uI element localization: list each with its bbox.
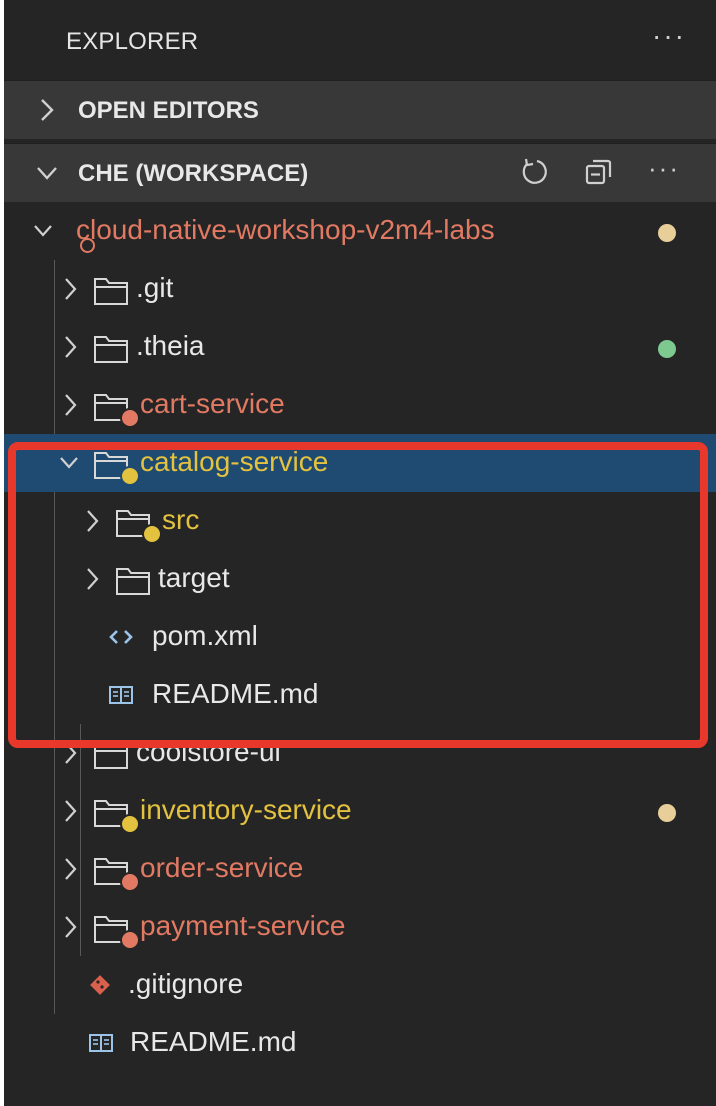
chevron-right-icon — [65, 742, 77, 764]
chevron-right-icon — [65, 800, 77, 822]
markdown-file-icon — [109, 686, 133, 704]
chevron-right-icon — [65, 916, 77, 938]
tree-folder-payment-service[interactable]: payment-service — [4, 898, 716, 956]
folder-label: target — [158, 562, 230, 593]
folder-label: .git — [136, 272, 174, 303]
folder-icon — [116, 568, 150, 595]
folder-label: catalog-service — [140, 446, 329, 477]
section-workspace-label: CHE (WORKSPACE) — [78, 160, 309, 187]
explorer-header: EXPLORER ··· — [4, 0, 716, 80]
tree-folder-order-service[interactable]: order-service — [4, 840, 716, 898]
workspace-more-icon[interactable]: ··· — [648, 153, 680, 184]
tree-folder-inventory-service[interactable]: inventory-service — [4, 782, 716, 840]
root-folder-label: cloud-native-workshop-v2m4-labs — [76, 214, 495, 245]
file-label: README.md — [130, 1026, 297, 1057]
chevron-down-icon — [37, 167, 57, 180]
tree-file-readme[interactable]: README.md — [4, 1014, 716, 1072]
chevron-down-icon — [60, 457, 78, 469]
error-badge-icon — [120, 930, 140, 950]
tree-folder-catalog-service[interactable]: catalog-service — [4, 434, 716, 492]
chevron-right-icon — [65, 278, 77, 300]
folder-label: order-service — [140, 852, 304, 883]
tree-file-catalog-readme[interactable]: README.md — [4, 666, 716, 724]
section-open-editors-label: OPEN EDITORS — [78, 97, 259, 124]
file-label: .gitignore — [128, 968, 244, 999]
section-workspace[interactable]: CHE (WORKSPACE) ··· — [4, 143, 716, 202]
tree-folder-cart-service[interactable]: cart-service — [4, 376, 716, 434]
warning-badge-icon — [142, 524, 162, 544]
chevron-right-icon — [65, 336, 77, 358]
file-label: README.md — [152, 678, 319, 709]
explorer-more-icon[interactable]: ··· — [652, 20, 686, 52]
xml-file-icon — [109, 630, 133, 644]
tree-file-pom[interactable]: pom.xml — [4, 608, 716, 666]
explorer-title: EXPLORER — [66, 28, 199, 55]
section-open-editors[interactable]: OPEN EDITORS — [4, 80, 716, 139]
refresh-icon[interactable] — [518, 156, 550, 188]
folder-label: payment-service — [140, 910, 346, 941]
folder-icon — [94, 742, 128, 769]
chevron-right-icon — [41, 99, 54, 121]
folder-label: cart-service — [140, 388, 285, 419]
modified-dot — [658, 804, 676, 822]
markdown-file-icon — [89, 1034, 113, 1052]
tree-root-folder[interactable]: cloud-native-workshop-v2m4-labs — [4, 202, 716, 260]
folder-icon — [94, 278, 128, 305]
folder-label: .theia — [136, 330, 205, 361]
untracked-dot — [658, 340, 676, 358]
chevron-right-icon — [65, 858, 77, 880]
folder-label: src — [162, 504, 200, 535]
tree-file-gitignore[interactable]: .gitignore — [4, 956, 716, 1014]
folder-label: coolstore-ui — [136, 736, 281, 767]
tree-folder-target[interactable]: target — [4, 550, 716, 608]
error-badge-icon — [80, 238, 95, 253]
chevron-right-icon — [65, 394, 77, 416]
collapse-all-icon[interactable] — [584, 157, 614, 187]
chevron-right-icon — [87, 510, 99, 532]
tree-folder-git[interactable]: .git — [4, 260, 716, 318]
error-badge-icon — [120, 408, 140, 428]
folder-icon — [94, 336, 128, 363]
chevron-down-icon — [34, 225, 52, 237]
warning-badge-icon — [120, 814, 140, 834]
file-label: pom.xml — [152, 620, 258, 651]
chevron-right-icon — [87, 568, 99, 590]
warning-badge-icon — [120, 466, 140, 486]
tree-folder-theia[interactable]: .theia — [4, 318, 716, 376]
folder-label: inventory-service — [140, 794, 352, 825]
error-badge-icon — [120, 872, 140, 892]
tree-folder-coolstore-ui[interactable]: coolstore-ui — [4, 724, 716, 782]
tree-folder-src[interactable]: src — [4, 492, 716, 550]
file-tree: cloud-native-workshop-v2m4-labs .git .th… — [4, 202, 716, 1072]
explorer-panel: EXPLORER ··· OPEN EDITORS CHE (WORKSPACE… — [4, 0, 716, 1106]
modified-dot — [658, 224, 676, 242]
git-file-icon — [90, 975, 110, 995]
